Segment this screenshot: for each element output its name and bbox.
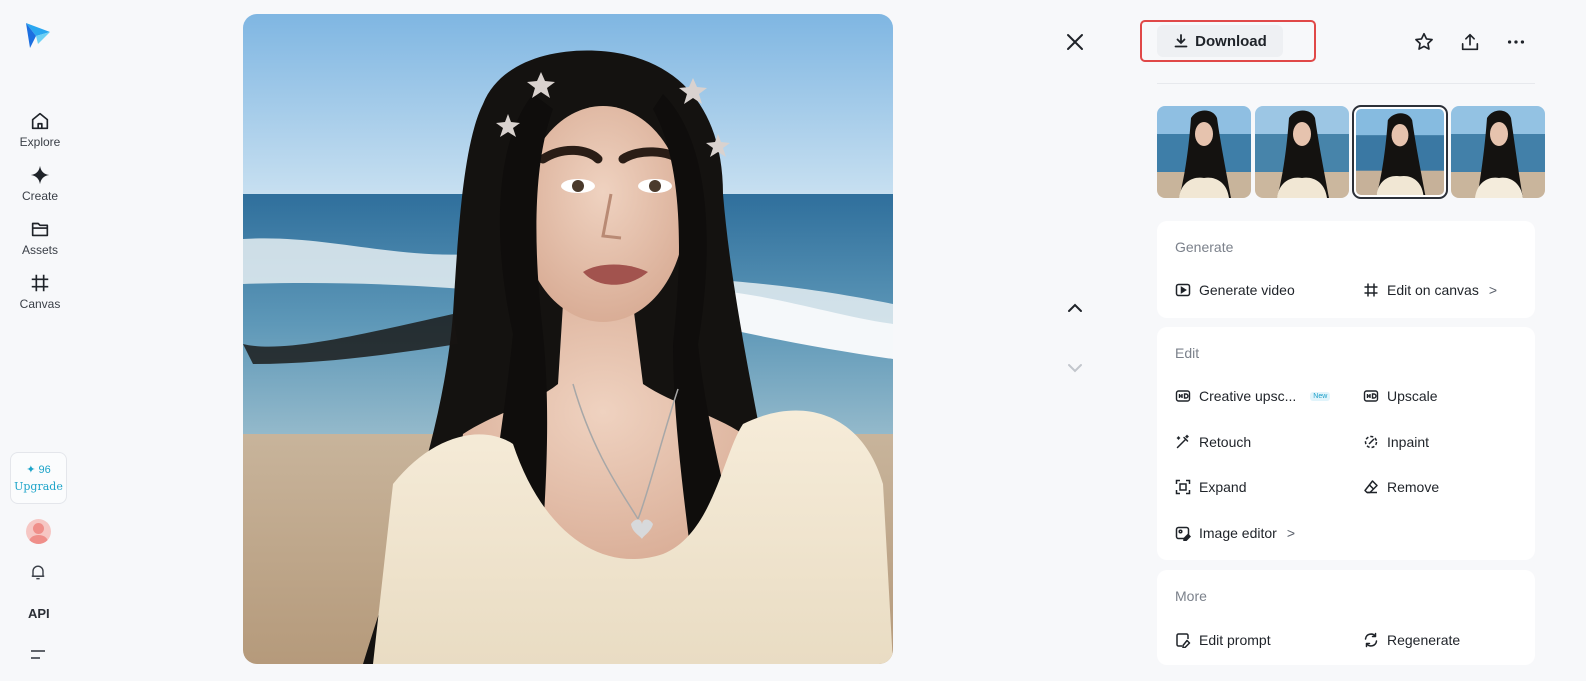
edit-card: Edit Creative upsc... New Upscale Retouc… (1157, 327, 1535, 560)
creative-upscale-button[interactable]: Creative upsc... New (1175, 388, 1331, 404)
image-editor-button[interactable]: Image editor > (1175, 525, 1295, 541)
folder-icon (31, 222, 49, 237)
hd-icon (1363, 390, 1379, 402)
avatar[interactable] (26, 519, 51, 544)
regenerate-icon (1364, 632, 1378, 648)
chevron-up-icon[interactable] (1063, 296, 1087, 320)
edit-prompt-button[interactable]: Edit prompt (1175, 632, 1271, 648)
credits-count: ✦ 96 (26, 464, 51, 476)
panel-divider (1157, 83, 1535, 84)
generate-video-button[interactable]: Generate video (1175, 282, 1295, 298)
hd-sparkle-icon (1175, 390, 1191, 402)
nav-canvas[interactable]: Canvas (0, 272, 80, 318)
credits-upgrade-button[interactable]: ✦ 96 Upgrade (10, 452, 67, 504)
expand-label: Expand (1199, 479, 1247, 495)
chevron-right-icon: > (1488, 282, 1498, 298)
share-upload-icon[interactable] (1459, 31, 1481, 53)
more-options-icon[interactable] (1505, 31, 1527, 53)
nav-explore-label: Explore (19, 135, 61, 149)
upscale-label: Upscale (1387, 388, 1438, 404)
chevron-down-icon[interactable] (1063, 356, 1087, 380)
nav-assets-label: Assets (21, 243, 58, 257)
generate-title: Generate (1175, 239, 1234, 255)
app-logo-icon[interactable] (24, 20, 52, 50)
canvas-crop-icon (31, 274, 49, 292)
more-card: More Edit prompt Regenerate (1157, 570, 1535, 665)
api-link[interactable]: API (28, 606, 50, 621)
edit-on-canvas-button[interactable]: Edit on canvas > (1363, 282, 1497, 298)
generate-video-label: Generate video (1199, 282, 1295, 298)
nav-explore[interactable]: Explore (0, 110, 80, 156)
thumbnail-3-selected[interactable] (1352, 105, 1448, 199)
download-label: Download (1195, 32, 1267, 50)
play-square-icon (1175, 283, 1191, 297)
canvas-crop-icon (1364, 283, 1378, 297)
download-button[interactable]: Download (1157, 25, 1283, 57)
close-icon[interactable] (1063, 30, 1087, 54)
nav-create[interactable]: Create (0, 164, 80, 210)
expand-button[interactable]: Expand (1175, 479, 1246, 495)
edit-on-canvas-label: Edit on canvas (1387, 282, 1479, 298)
inpaint-label: Inpaint (1387, 434, 1430, 450)
image-edit-icon (1175, 526, 1191, 541)
menu-icon[interactable] (30, 648, 46, 662)
nav-assets[interactable]: Assets (0, 218, 80, 264)
upgrade-label: Upgrade (14, 480, 63, 493)
thumbnail-1[interactable] (1157, 106, 1251, 198)
generate-card: Generate Generate video Edit on canvas > (1157, 221, 1535, 318)
regenerate-button[interactable]: Regenerate (1363, 632, 1460, 648)
expand-icon (1175, 479, 1191, 495)
retouch-button[interactable]: Retouch (1175, 434, 1251, 450)
eraser-icon (1364, 480, 1378, 494)
sparkle-icon (30, 165, 50, 185)
download-icon (1174, 34, 1188, 48)
inpaint-button[interactable]: Inpaint (1363, 434, 1429, 450)
remove-button[interactable]: Remove (1363, 479, 1439, 495)
edit-title: Edit (1175, 345, 1200, 361)
edit-prompt-label: Edit prompt (1199, 632, 1271, 648)
thumbnail-4[interactable] (1451, 106, 1545, 198)
thumbnail-2[interactable] (1255, 106, 1349, 198)
regenerate-label: Regenerate (1387, 632, 1461, 648)
creative-upscale-label: Creative upsc... (1199, 388, 1297, 404)
image-editor-label: Image editor (1199, 525, 1277, 541)
nav-canvas-label: Canvas (19, 297, 61, 311)
remove-label: Remove (1387, 479, 1440, 495)
inpaint-icon (1364, 435, 1378, 449)
main-image (243, 14, 893, 664)
edit-prompt-icon (1176, 633, 1191, 648)
home-icon (31, 112, 49, 130)
upscale-button[interactable]: Upscale (1363, 388, 1438, 404)
new-badge: New (1310, 391, 1331, 401)
nav-create-label: Create (21, 189, 59, 203)
bell-icon[interactable] (28, 562, 48, 582)
chevron-right-icon: > (1286, 525, 1296, 541)
left-sidebar: Explore Create Assets Canvas ✦ 96 Upgrad… (0, 0, 80, 681)
more-title: More (1175, 588, 1207, 604)
retouch-label: Retouch (1199, 434, 1252, 450)
star-icon[interactable] (1413, 31, 1435, 53)
magic-wand-icon (1176, 434, 1189, 449)
